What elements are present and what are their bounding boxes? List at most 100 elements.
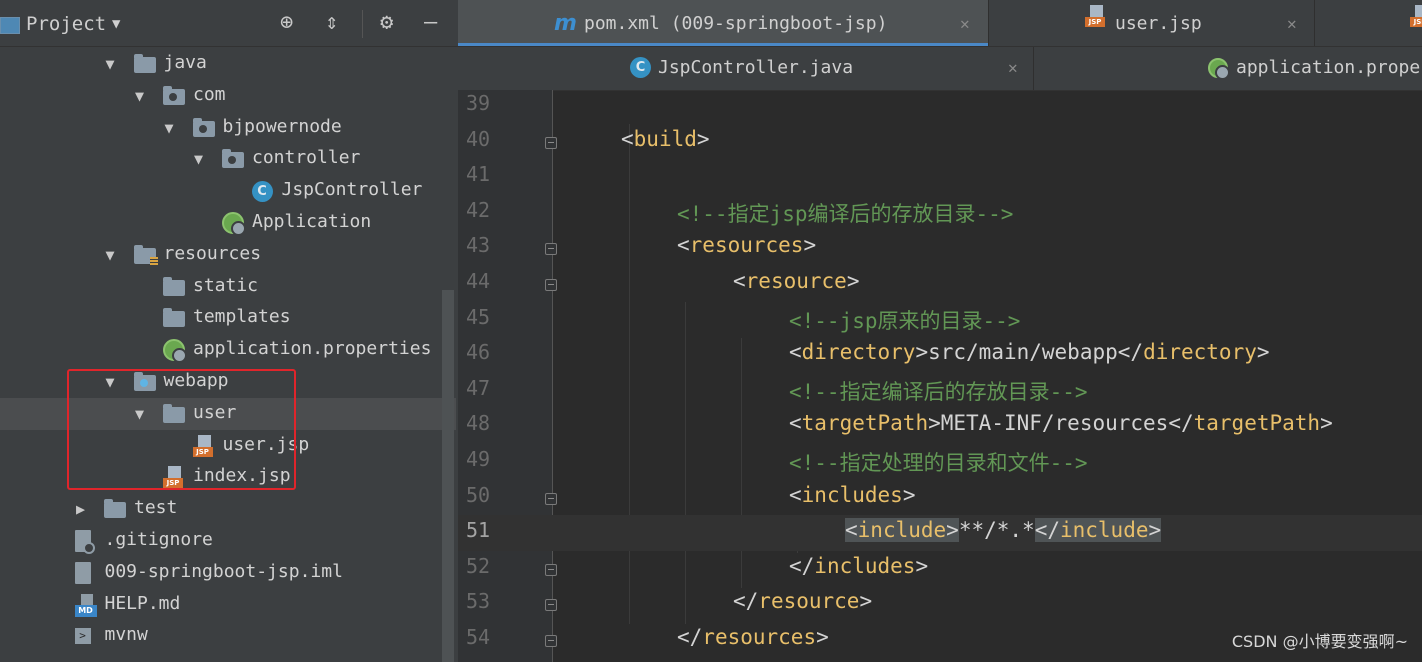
tree-item-java[interactable]: ▼ java xyxy=(0,48,456,80)
project-panel-title[interactable]: Project xyxy=(26,13,106,35)
fold-marker-icon[interactable] xyxy=(545,599,557,612)
tree-item-label: java xyxy=(163,52,207,73)
line-number: 52 xyxy=(466,553,491,578)
spring-properties-icon xyxy=(1208,58,1230,80)
iml-file-icon xyxy=(74,561,91,584)
fold-marker-icon[interactable] xyxy=(545,492,557,505)
expand-arrow-icon[interactable]: ▼ xyxy=(106,246,115,264)
close-icon[interactable]: ✕ xyxy=(1287,14,1297,33)
line-number: 45 xyxy=(466,304,491,329)
shell-file-icon: > xyxy=(74,628,91,645)
close-icon[interactable]: ✕ xyxy=(960,14,970,33)
package-icon xyxy=(163,85,185,105)
fold-marker-icon[interactable] xyxy=(545,279,557,291)
code-line[interactable]: <build> xyxy=(621,127,710,151)
locate-file-icon[interactable]: ⊕ xyxy=(280,12,293,34)
expand-arrow-icon[interactable]: ▼ xyxy=(135,87,144,105)
indent-guide xyxy=(797,551,798,553)
expand-arrow-icon[interactable]: ▼ xyxy=(165,119,174,137)
tree-item-label: Application xyxy=(252,211,372,232)
code-line[interactable]: <resources> xyxy=(677,233,816,257)
code-line[interactable]: <includes> xyxy=(789,483,915,507)
code-line[interactable]: <!--jsp原来的目录--> xyxy=(789,305,1020,335)
tree-item-controller[interactable]: ▼ controller xyxy=(0,143,456,175)
maven-icon: m xyxy=(554,11,577,36)
tree-item-mvnw[interactable]: > mvnw xyxy=(0,620,456,652)
code-line[interactable]: <resource> xyxy=(733,269,859,293)
hide-panel-icon[interactable]: — xyxy=(424,12,437,34)
tree-item-label: controller xyxy=(252,147,361,169)
java-class-icon: C xyxy=(251,181,273,203)
line-number: 51 xyxy=(466,518,491,543)
code-line[interactable]: </resource> xyxy=(733,589,872,613)
resources-folder-icon xyxy=(133,244,158,266)
tree-item-resources[interactable]: ▼ resources xyxy=(0,239,456,271)
line-number: 48 xyxy=(466,411,491,436)
line-number: 49 xyxy=(466,447,491,471)
tree-item-label: .gitignore xyxy=(104,529,213,550)
fold-marker-icon[interactable] xyxy=(545,243,557,256)
code-line[interactable]: </includes> xyxy=(789,554,928,578)
tree-item-label: application.properties xyxy=(193,338,432,360)
spring-boot-app-icon xyxy=(222,212,246,236)
tree-item-help-md[interactable]: MD HELP.md xyxy=(0,589,456,621)
code-line[interactable]: <targetPath>META-INF/resources</targetPa… xyxy=(789,411,1333,435)
java-class-icon: C xyxy=(630,57,651,78)
gutter-divider xyxy=(552,90,553,662)
tree-item-application-properties[interactable]: application.properties xyxy=(0,334,456,366)
folder-icon xyxy=(133,54,156,73)
indent-guide xyxy=(685,302,686,624)
code-line[interactable]: <!--指定编译后的存放目录--> xyxy=(789,376,1088,406)
tree-item-jspcontroller[interactable]: C JspController xyxy=(0,175,456,207)
tree-item-label: com xyxy=(193,83,226,105)
tree-item-bjpowernode[interactable]: ▼ bjpowernode xyxy=(0,112,456,144)
editor-tab-bar-row2: C JspController.java ✕ application.prope… xyxy=(458,47,1422,91)
spring-properties-icon xyxy=(163,339,187,364)
tree-scrollbar[interactable] xyxy=(442,290,454,662)
jsp-file-icon[interactable]: JSP xyxy=(1410,5,1422,28)
collapse-all-icon[interactable]: ⇕ xyxy=(325,12,338,34)
line-number: 42 xyxy=(466,197,491,222)
tree-item-templates[interactable]: templates xyxy=(0,302,456,334)
code-line[interactable]: <include>**/*.*</include> xyxy=(845,518,1162,543)
tree-item-static[interactable]: static xyxy=(0,271,456,303)
tree-item-gitignore[interactable]: .gitignore xyxy=(0,525,456,557)
expand-arrow-icon[interactable]: ▼ xyxy=(194,150,203,168)
code-line[interactable]: <!--指定jsp编译后的存放目录--> xyxy=(677,198,1013,228)
tab-user-jsp[interactable]: JSP user.jsp ✕ xyxy=(989,0,1314,46)
expand-arrow-icon[interactable]: ▼ xyxy=(106,55,115,73)
collapse-arrow-icon[interactable]: ▶ xyxy=(76,500,85,518)
jsp-file-icon: JSP xyxy=(1085,5,1105,28)
line-number: 44 xyxy=(466,269,491,293)
tab-pom-xml[interactable]: m pom.xml (009-springboot-jsp) ✕ xyxy=(458,0,988,46)
editor-tab-bar-row1: m pom.xml (009-springboot-jsp) ✕ JSP use… xyxy=(458,0,1422,47)
tree-item-test[interactable]: ▶ test xyxy=(0,493,456,525)
tab-label: application.proper xyxy=(1236,57,1422,78)
tree-item-com[interactable]: ▼ com xyxy=(0,80,456,112)
tree-item-009-springboot-jsp-iml[interactable]: 009-springboot-jsp.iml xyxy=(0,557,456,589)
code-line[interactable]: <directory>src/main/webapp</directory> xyxy=(789,340,1270,364)
tab-jspcontroller-java[interactable]: C JspController.java ✕ xyxy=(458,47,1033,90)
line-number: 43 xyxy=(466,233,491,258)
tree-item-label: bjpowernode xyxy=(222,115,342,137)
package-icon xyxy=(192,117,215,137)
gear-icon[interactable]: ⚙ xyxy=(380,12,393,34)
fold-marker-icon[interactable] xyxy=(545,635,557,647)
markdown-file-icon: MD xyxy=(74,593,97,617)
fold-marker-icon[interactable] xyxy=(545,136,557,149)
view-dropdown-icon[interactable]: ▼ xyxy=(112,16,120,32)
tree-item-application[interactable]: Application xyxy=(0,207,456,239)
tab-divider xyxy=(1314,0,1315,46)
code-line[interactable]: <!--指定处理的目录和文件--> xyxy=(789,447,1088,477)
fold-marker-icon[interactable] xyxy=(545,563,557,576)
line-number: 46 xyxy=(466,340,491,365)
line-number: 54 xyxy=(466,625,491,649)
close-icon[interactable]: ✕ xyxy=(1008,58,1018,77)
folder-icon xyxy=(163,276,185,296)
tree-item-label: mvnw xyxy=(104,624,148,646)
folder-icon xyxy=(104,499,126,519)
tab-application-properties[interactable]: application.proper xyxy=(1034,47,1422,90)
code-line[interactable]: </resources> xyxy=(677,625,829,649)
tree-item-label: templates xyxy=(193,306,291,328)
tree-item-label: HELP.md xyxy=(104,592,181,614)
